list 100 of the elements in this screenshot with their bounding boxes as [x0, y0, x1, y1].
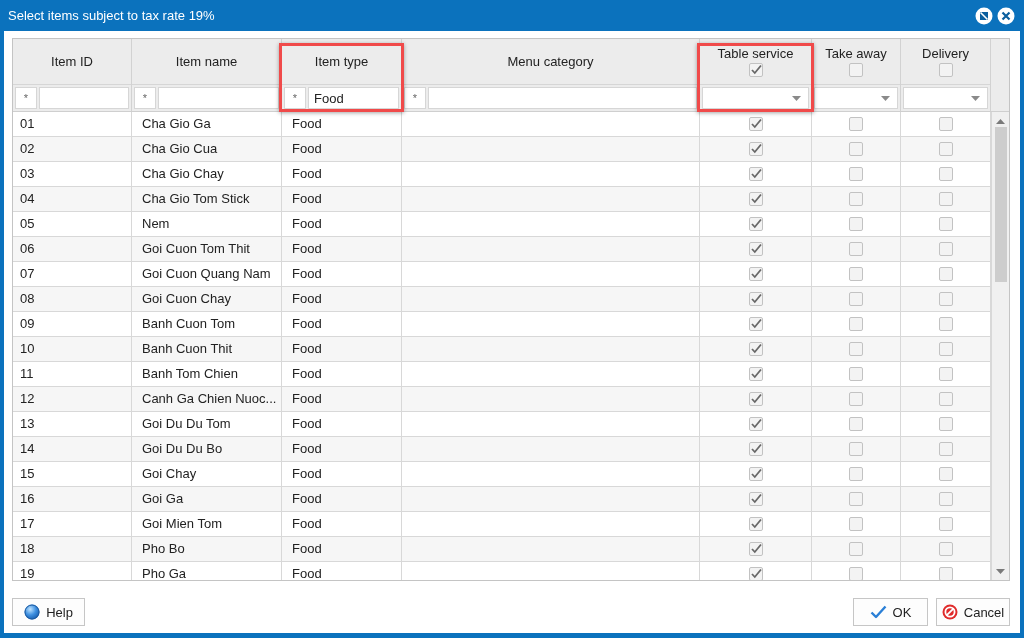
table-row[interactable]: 15 Goi Chay Food [13, 462, 991, 487]
checkbox[interactable] [938, 417, 953, 431]
checkbox[interactable] [748, 417, 763, 431]
checkbox[interactable] [849, 242, 863, 256]
checkbox[interactable] [849, 542, 863, 556]
checkbox[interactable] [849, 567, 863, 580]
table-row[interactable]: 11 Banh Tom Chien Food [13, 362, 991, 387]
checkbox[interactable] [748, 492, 763, 506]
checkbox[interactable] [748, 317, 763, 331]
table-row[interactable]: 17 Goi Mien Tom Food [13, 512, 991, 537]
filter-operator-button[interactable]: * [404, 87, 426, 109]
column-header[interactable]: Item type [314, 53, 369, 70]
cancel-button[interactable]: Cancel [936, 598, 1010, 626]
checkbox[interactable] [849, 117, 863, 131]
column-header[interactable]: Item name [175, 53, 238, 70]
checkbox[interactable] [938, 117, 953, 131]
checkbox[interactable] [938, 567, 953, 580]
checkbox[interactable] [748, 142, 763, 156]
table-row[interactable]: 03 Cha Gio Chay Food [13, 162, 991, 187]
table-row[interactable]: 16 Goi Ga Food [13, 487, 991, 512]
column-header[interactable]: Table service [717, 46, 794, 62]
checkbox[interactable] [748, 392, 763, 406]
scroll-down-icon[interactable] [996, 569, 1005, 574]
checkbox[interactable] [849, 167, 863, 181]
checkbox[interactable] [849, 492, 863, 506]
checkbox[interactable] [938, 367, 953, 381]
checkbox[interactable] [849, 442, 863, 456]
close-icon[interactable] [997, 6, 1015, 25]
checkbox[interactable] [849, 317, 863, 331]
table-row[interactable]: 08 Goi Cuon Chay Food [13, 287, 991, 312]
table-row[interactable]: 14 Goi Du Du Bo Food [13, 437, 991, 462]
filter-dropdown[interactable] [903, 87, 988, 109]
table-row[interactable]: 01 Cha Gio Ga Food [13, 112, 991, 137]
checkbox[interactable] [938, 442, 953, 456]
checkbox[interactable] [938, 542, 953, 556]
filter-field[interactable] [39, 87, 129, 109]
checkbox[interactable] [748, 467, 763, 481]
checkbox[interactable] [938, 492, 953, 506]
scrollbar-thumb[interactable] [994, 127, 1007, 282]
filter-operator-button[interactable]: * [284, 87, 306, 109]
checkbox[interactable] [849, 392, 863, 406]
maximize-icon[interactable] [975, 6, 993, 25]
checkbox[interactable] [938, 342, 953, 356]
column-header[interactable]: Menu category [507, 53, 594, 70]
filter-operator-button[interactable]: * [134, 87, 156, 109]
filter-operator-button[interactable]: * [15, 87, 37, 109]
column-header[interactable]: Item ID [51, 53, 93, 70]
checkbox[interactable] [938, 317, 953, 331]
checkbox[interactable] [849, 292, 863, 306]
scrollbar-track[interactable] [991, 112, 1009, 580]
filter-field[interactable] [428, 87, 697, 109]
checkbox[interactable] [748, 167, 763, 181]
checkbox[interactable] [938, 392, 953, 406]
column-header[interactable]: Delivery [922, 46, 969, 62]
checkbox[interactable] [748, 63, 763, 77]
checkbox[interactable] [938, 517, 953, 531]
checkbox[interactable] [849, 142, 863, 156]
checkbox[interactable] [748, 342, 763, 356]
table-row[interactable]: 09 Banh Cuon Tom Food [13, 312, 991, 337]
checkbox[interactable] [938, 167, 953, 181]
checkbox[interactable] [938, 63, 953, 77]
column-header[interactable]: Take away [825, 46, 887, 62]
table-row[interactable]: 07 Goi Cuon Quang Nam Food [13, 262, 991, 287]
checkbox[interactable] [938, 467, 953, 481]
checkbox[interactable] [748, 442, 763, 456]
checkbox[interactable] [849, 267, 863, 281]
filter-dropdown[interactable] [702, 87, 809, 109]
checkbox[interactable] [748, 117, 763, 131]
checkbox[interactable] [938, 217, 953, 231]
checkbox[interactable] [849, 192, 863, 206]
checkbox[interactable] [849, 63, 863, 77]
table-row[interactable]: 06 Goi Cuon Tom Thit Food [13, 237, 991, 262]
checkbox[interactable] [748, 242, 763, 256]
filter-field[interactable] [158, 87, 279, 109]
filter-dropdown[interactable] [814, 87, 898, 109]
checkbox[interactable] [748, 367, 763, 381]
checkbox[interactable] [748, 292, 763, 306]
checkbox[interactable] [938, 267, 953, 281]
checkbox[interactable] [748, 542, 763, 556]
table-row[interactable]: 13 Goi Du Du Tom Food [13, 412, 991, 437]
checkbox[interactable] [849, 367, 863, 381]
ok-button[interactable]: OK [853, 598, 928, 626]
checkbox[interactable] [938, 142, 953, 156]
filter-field[interactable]: Food [308, 87, 399, 109]
table-row[interactable]: 05 Nem Food [13, 212, 991, 237]
checkbox[interactable] [748, 217, 763, 231]
checkbox[interactable] [849, 417, 863, 431]
checkbox[interactable] [748, 192, 763, 206]
scroll-up-icon[interactable] [996, 119, 1005, 124]
checkbox[interactable] [849, 517, 863, 531]
checkbox[interactable] [748, 517, 763, 531]
table-row[interactable]: 18 Pho Bo Food [13, 537, 991, 562]
checkbox[interactable] [938, 242, 953, 256]
checkbox[interactable] [849, 467, 863, 481]
help-button[interactable]: Help [12, 598, 85, 626]
table-row[interactable]: 12 Canh Ga Chien Nuoc... Food [13, 387, 991, 412]
checkbox[interactable] [849, 342, 863, 356]
checkbox[interactable] [849, 217, 863, 231]
table-row[interactable]: 04 Cha Gio Tom Stick Food [13, 187, 991, 212]
checkbox[interactable] [748, 267, 763, 281]
